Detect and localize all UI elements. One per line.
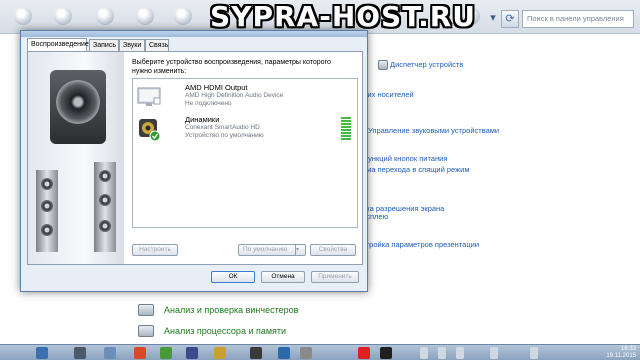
shield-icon [378,60,388,70]
tray-icon[interactable] [490,347,498,359]
taskbar-app-icon[interactable] [134,347,146,359]
link-power-buttons[interactable]: функций кнопок питания [362,154,447,163]
device-driver: Conexant SmartAudio HD [185,124,260,131]
device-driver: AMD High Definition Audio Device [185,92,284,99]
set-default-dropdown[interactable]: По умолчанию ▾ [238,244,306,256]
taskbar-app-icon[interactable] [380,347,392,359]
clock-date: 19.11.2015 [606,353,636,359]
taskbar-app-icon[interactable] [250,347,262,359]
monitor-icon [137,85,161,109]
device-name: AMD HDMI Output [185,83,248,92]
speaker-icon [50,70,106,144]
volume-level-meter [341,117,351,143]
taskbar-app-icon[interactable] [358,347,370,359]
link-removable-media[interactable]: тих носителей [364,90,414,99]
app-icon [96,7,114,25]
sound-dialog: Воспроизведение Запись Звуки Связь Выбер… [20,30,368,292]
taskbar-app-icon[interactable] [36,347,48,359]
apply-button[interactable]: Применить [311,271,359,283]
taskbar-app-icon[interactable] [160,347,172,359]
chevron-down-icon: ▾ [295,245,305,255]
control-panel-content: Диспетчер устройств тих носителей Управл… [360,34,640,344]
search-input[interactable]: Поиск в панели управления [522,10,634,28]
app-icon [174,7,192,25]
device-name: Динамики [185,115,220,124]
configure-button[interactable]: Настроить [132,244,178,256]
device-status: Не подключено [185,100,232,107]
cancel-button[interactable]: Отмена [261,271,305,283]
dialog-title-bar [21,31,367,37]
app-icon [136,7,154,25]
device-item-hdmi[interactable]: AMD HDMI Output AMD High Definition Audi… [135,83,357,113]
playback-tab-panel: Выберите устройство воспроизведения, пар… [27,51,363,265]
app-icon [14,7,32,25]
section-disk-analysis[interactable]: Анализ и проверка винчестеров [164,305,298,315]
taskbar-app-icon[interactable] [104,347,116,359]
volume-icon[interactable] [530,347,538,359]
tray-icon[interactable] [438,347,446,359]
link-device-manager[interactable]: Диспетчер устройств [390,60,463,69]
hard-disk-icon [138,304,154,316]
taskbar-app-icon[interactable] [74,347,86,359]
memory-chip-icon [138,325,154,337]
app-icon [54,7,72,25]
taskbar-app-icon[interactable] [300,347,312,359]
taskbar-clock[interactable]: 18:33 19.11.2015 [606,346,636,360]
tray-icon[interactable] [456,347,464,359]
link-presentation-settings[interactable]: стройка параметров презентации [362,240,479,249]
device-list: AMD HDMI Output AMD High Definition Audi… [132,78,358,228]
set-default-label: По умолчанию [243,246,287,253]
dropdown-arrow-icon[interactable]: ▾ [486,11,500,25]
taskbar-app-icon[interactable] [278,347,290,359]
speaker-tower-icon [94,162,116,252]
clock-time: 18:33 [620,346,636,352]
speaker-tower-icon [36,170,58,252]
speaker-icon [137,117,161,142]
instructions-text: Выберите устройство воспроизведения, пар… [132,59,331,75]
refresh-button[interactable]: ⟳ [501,10,519,28]
tray-icon[interactable] [420,347,428,359]
speakers-illustration [28,52,124,264]
device-status: Устройство по умолчанию [185,132,264,139]
link-manage-audio-devices[interactable]: Управление звуковыми устройствами [368,126,499,135]
device-item-speakers[interactable]: Динамики Conexant SmartAudio HD Устройст… [135,115,357,145]
tab-communications[interactable]: Связь [145,39,169,51]
taskbar-app-icon[interactable] [186,347,198,359]
ok-button[interactable]: ОК [211,271,255,283]
taskbar: 18:33 19.11.2015 [0,344,640,360]
section-cpu-memory-analysis[interactable]: Анализ процессора и памяти [164,326,286,336]
properties-button[interactable]: Свойства [310,244,356,256]
watermark-logo: SYPRA-HOST.RU [210,0,476,33]
tab-sounds[interactable]: Звуки [119,39,145,51]
tab-recording[interactable]: Запись [89,39,119,51]
taskbar-app-icon[interactable] [214,347,226,359]
link-sleep-mode[interactable]: йма перехода в спящий режим [362,165,470,174]
tab-playback[interactable]: Воспроизведение [27,38,89,52]
